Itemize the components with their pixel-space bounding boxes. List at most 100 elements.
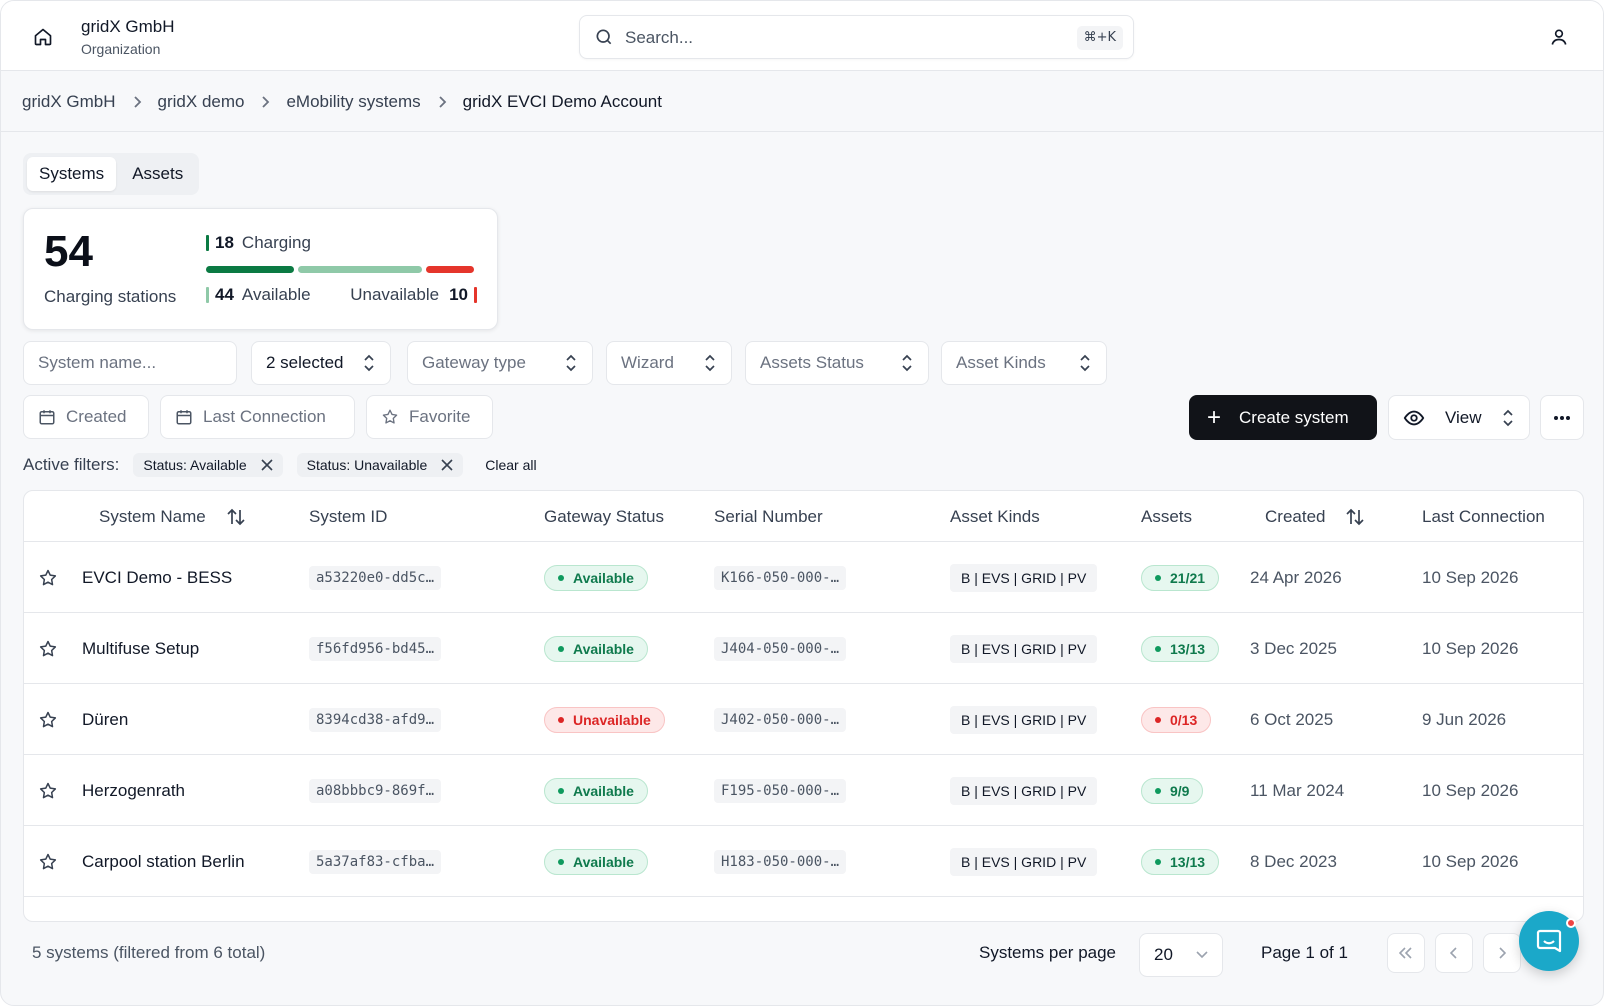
eye-icon [1403, 407, 1425, 429]
close-icon[interactable] [261, 459, 273, 471]
result-summary: 5 systems (filtered from 6 total) [32, 943, 266, 962]
last-connection-label: Last Connection [203, 407, 326, 426]
table-row[interactable]: Herzogenrath a08bbbc9-869f… Available F195-… [24, 755, 1583, 826]
column-label: Created [1265, 506, 1326, 526]
system-name[interactable]: Multifuse Setup [82, 639, 199, 659]
assets-status-label: Assets Status [760, 353, 864, 372]
star-icon[interactable] [38, 710, 58, 730]
tab-systems[interactable]: Systems [27, 157, 117, 191]
first-page-button[interactable] [1387, 933, 1425, 973]
wizard-filter[interactable]: Wizard [606, 341, 732, 385]
last-connection-date: 10 Sep 2026 [1422, 638, 1519, 658]
asset-kinds-tag: B | EVS | GRID | PV [950, 705, 1098, 734]
chevron-up-down-icon [566, 354, 576, 372]
next-page-button[interactable] [1483, 933, 1521, 973]
breadcrumb-current: gridX EVCI Demo Account [462, 92, 662, 111]
assets-status-badge: 9/9 [1141, 777, 1204, 804]
breadcrumb-item[interactable]: gridX GmbH [22, 92, 116, 112]
per-page-select[interactable]: 20 [1139, 933, 1223, 977]
gateway-type-filter[interactable]: Gateway type [407, 341, 593, 385]
system-name[interactable]: Carpool station Berlin [82, 852, 245, 872]
charging-count: 18 [215, 233, 234, 252]
system-name[interactable]: Herzogenrath [82, 781, 185, 801]
filter-chip-label: Status: Available [143, 457, 247, 473]
column-label: Gateway Status [544, 506, 665, 526]
favorite-filter[interactable]: Favorite [366, 395, 493, 439]
chevron-right-icon [437, 95, 447, 109]
serial-number: F195-050-000-… [714, 778, 847, 803]
column-header-created[interactable]: Created [1265, 491, 1365, 542]
search-input[interactable] [625, 24, 1045, 52]
chevron-up-down-icon [902, 354, 912, 372]
assets-count: 13/13 [1170, 640, 1206, 657]
create-system-button[interactable]: + Create system [1189, 395, 1377, 440]
user-icon[interactable] [1547, 25, 1571, 49]
unavailable-label: Unavailable [350, 285, 440, 304]
gateway-type-label: Gateway type [422, 353, 526, 372]
divider [1, 131, 1603, 132]
breadcrumb-item[interactable]: gridX demo [158, 92, 245, 112]
table-row[interactable]: Carpool station Berlin 5a37af83-cfba… Avai… [24, 826, 1583, 897]
gateway-status-text: Available [573, 782, 634, 799]
charging-stats-card: 54 Charging stations 18 Charging 44 Avai… [23, 208, 498, 330]
active-filters-label: Active filters: [23, 455, 120, 474]
per-page-value: 20 [1154, 945, 1173, 964]
previous-page-button[interactable] [1435, 933, 1473, 973]
table-row[interactable]: Düren 8394cd38-afd9… Unavailable J402-050-0… [24, 684, 1583, 755]
total-stations-label: Charging stations [44, 287, 177, 306]
clear-all-filters-link[interactable]: Clear all [485, 457, 536, 473]
table-row[interactable]: Multifuse Setup f56fd956-bd45… Available J4… [24, 613, 1583, 684]
status-filter[interactable]: 2 selected [251, 341, 391, 385]
org-subtitle: Organization [81, 41, 161, 57]
star-icon[interactable] [38, 852, 58, 872]
more-options-button[interactable] [1540, 395, 1584, 440]
assets-count: 13/13 [1170, 853, 1206, 870]
created-date: 6 Oct 2025 [1250, 709, 1334, 729]
star-icon [381, 408, 399, 426]
notification-dot [1566, 918, 1576, 928]
search-box[interactable]: ⌘+K [579, 15, 1134, 59]
org-name: gridX GmbH [81, 17, 175, 36]
sort-icon [227, 508, 245, 525]
last-connection-date: 10 Sep 2026 [1422, 851, 1519, 871]
column-label: Asset Kinds [950, 506, 1040, 526]
home-icon[interactable] [31, 25, 55, 49]
star-icon[interactable] [38, 781, 58, 801]
systems-table: System Name System ID Gateway Status Ser… [23, 490, 1584, 922]
star-icon[interactable] [38, 568, 58, 588]
filter-chip: Status: Available [133, 453, 283, 477]
star-icon[interactable] [38, 639, 58, 659]
assets-status-filter[interactable]: Assets Status [745, 341, 929, 385]
close-icon[interactable] [441, 459, 453, 471]
column-header-last-connection: Last Connection [1422, 491, 1545, 542]
filter-chip: Status: Unavailable [296, 453, 464, 477]
column-header-system-name[interactable]: System Name [99, 491, 246, 542]
tab-assets[interactable]: Assets [120, 157, 195, 191]
table-row[interactable]: EVCI Demo - BESS a53220e0-dd5c… Available K… [24, 542, 1583, 613]
view-button[interactable]: View [1388, 395, 1530, 440]
system-name-filter[interactable]: System name... [23, 341, 237, 385]
system-name-placeholder: System name... [38, 353, 157, 372]
favorite-label: Favorite [409, 407, 471, 426]
system-id: a08bbbc9-869f… [309, 778, 442, 803]
system-name[interactable]: EVCI Demo - BESS [82, 568, 232, 588]
serial-number: K166-050-000-… [714, 565, 847, 590]
column-label: Serial Number [714, 506, 823, 526]
available-count: 44 [215, 285, 234, 304]
per-page-label: Systems per page [979, 943, 1117, 962]
wizard-label: Wizard [621, 353, 674, 372]
serial-number: H183-050-000-… [714, 849, 847, 874]
gateway-status-text: Unavailable [573, 711, 651, 728]
available-marker [206, 287, 209, 303]
breadcrumb-item[interactable]: eMobility systems [286, 92, 420, 112]
station-status-bar [206, 266, 478, 273]
last-connection-filter[interactable]: Last Connection [160, 395, 355, 439]
column-header-assets: Assets [1141, 491, 1192, 542]
created-filter[interactable]: Created [23, 395, 149, 439]
chevron-left-icon [1450, 947, 1458, 959]
asset-kinds-filter[interactable]: Asset Kinds [941, 341, 1107, 385]
system-name[interactable]: Düren [82, 710, 128, 730]
chevron-right-icon [1498, 947, 1506, 959]
status-filter-label: 2 selected [266, 353, 344, 372]
chevron-right-icon [260, 95, 270, 109]
